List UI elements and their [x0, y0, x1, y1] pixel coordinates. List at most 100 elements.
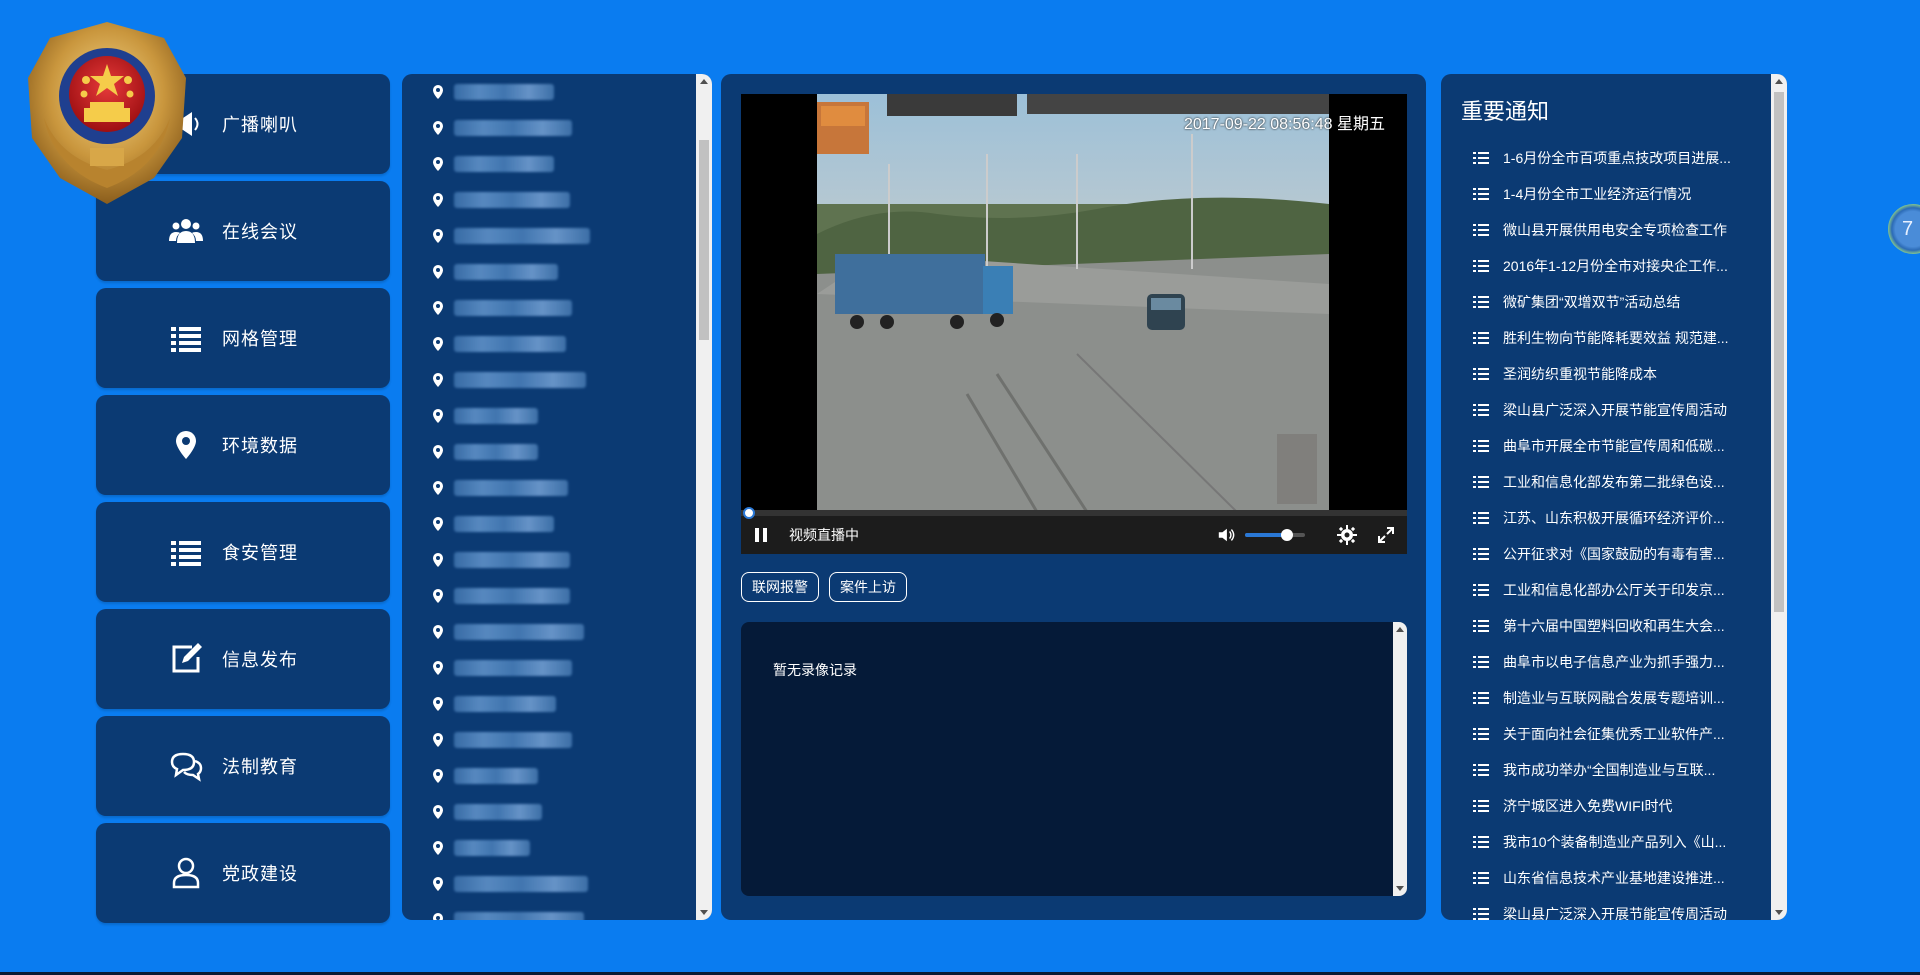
- notice-item[interactable]: 公开征求对《国家鼓励的有毒有害...: [1473, 536, 1763, 572]
- network-alarm-button[interactable]: 联网报警: [741, 572, 819, 602]
- case-petition-button[interactable]: 案件上访: [829, 572, 907, 602]
- camera-list-item[interactable]: [432, 658, 572, 678]
- menu-label: 在线会议: [222, 222, 298, 242]
- list-icon: [1473, 764, 1489, 776]
- camera-name-redacted: [454, 840, 530, 856]
- video-actions: 联网报警 案件上访: [741, 572, 907, 602]
- pause-button[interactable]: [751, 525, 771, 545]
- notice-item-text: 梁山县广泛深入开展节能宣传周活动: [1503, 402, 1727, 418]
- scroll-down-arrow[interactable]: [1396, 886, 1404, 891]
- volume-knob[interactable]: [1281, 529, 1293, 541]
- notice-item[interactable]: 梁山县广泛深入开展节能宣传周活动: [1473, 392, 1763, 428]
- fullscreen-icon: [1378, 527, 1394, 543]
- menu-item-legal-education[interactable]: 法制教育: [96, 716, 390, 816]
- camera-list-item[interactable]: [432, 226, 590, 246]
- menu-label: 网格管理: [222, 329, 298, 349]
- notice-item-text: 工业和信息化部办公厅关于印发京...: [1503, 582, 1725, 598]
- notice-item[interactable]: 制造业与互联网融合发展专题培训...: [1473, 680, 1763, 716]
- notice-item[interactable]: 1-4月份全市工业经济运行情况: [1473, 176, 1763, 212]
- menu-label: 信息发布: [222, 650, 298, 670]
- user-icon: [156, 855, 216, 891]
- notice-item[interactable]: 工业和信息化部发布第二批绿色设...: [1473, 464, 1763, 500]
- floating-widget-button[interactable]: 7: [1888, 204, 1920, 254]
- notice-item-text: 山东省信息技术产业基地建设推进...: [1503, 870, 1725, 886]
- map-pin-icon: [433, 553, 443, 567]
- scroll-up-arrow[interactable]: [1775, 79, 1783, 84]
- notice-item[interactable]: 第十六届中国塑料回收和再生大会...: [1473, 608, 1763, 644]
- camera-list-item[interactable]: [432, 514, 554, 534]
- camera-list-item[interactable]: [432, 118, 572, 138]
- camera-list-item[interactable]: [432, 586, 570, 606]
- camera-list-item[interactable]: [432, 838, 530, 858]
- camera-name-redacted: [454, 84, 554, 100]
- menu-label: 党政建设: [222, 864, 298, 884]
- menu-item-environment-data[interactable]: 环境数据: [96, 395, 390, 495]
- notice-item[interactable]: 工业和信息化部办公厅关于印发京...: [1473, 572, 1763, 608]
- camera-list-item[interactable]: [432, 82, 554, 102]
- volume-slider[interactable]: [1245, 529, 1305, 541]
- camera-list-item[interactable]: [432, 406, 538, 426]
- notice-item[interactable]: 1-6月份全市百项重点技改项目进展...: [1473, 140, 1763, 176]
- camera-name-redacted: [454, 264, 558, 280]
- progress-handle[interactable]: [743, 507, 755, 519]
- notice-item[interactable]: 圣润纺织重视节能降成本: [1473, 356, 1763, 392]
- camera-list-item[interactable]: [432, 442, 538, 462]
- notice-item[interactable]: 曲阜市以电子信息产业为抓手强力...: [1473, 644, 1763, 680]
- settings-button[interactable]: [1337, 525, 1357, 545]
- notice-scrollbar[interactable]: [1771, 74, 1787, 920]
- camera-list-item[interactable]: [432, 262, 558, 282]
- notice-item[interactable]: 2016年1-12月份全市对接央企工作...: [1473, 248, 1763, 284]
- scroll-up-arrow[interactable]: [1396, 627, 1404, 632]
- map-pin-icon: [433, 661, 443, 675]
- camera-list-item[interactable]: [432, 730, 572, 750]
- fullscreen-button[interactable]: [1377, 526, 1395, 544]
- camera-list-scrollbar[interactable]: [696, 74, 712, 920]
- camera-list-item[interactable]: [432, 910, 584, 920]
- camera-list-item[interactable]: [432, 298, 572, 318]
- camera-list-item[interactable]: [432, 766, 538, 786]
- camera-list-item[interactable]: [432, 694, 556, 714]
- camera-list-item[interactable]: [432, 334, 566, 354]
- empty-record-text: 暂无录像记录: [773, 662, 857, 678]
- video-progress-bar[interactable]: [741, 507, 1407, 519]
- scroll-down-arrow[interactable]: [1775, 910, 1783, 915]
- camera-list-item[interactable]: [432, 370, 586, 390]
- map-pin-icon: [433, 589, 443, 603]
- notice-item[interactable]: 梁山县广泛深入开展节能宣传周活动: [1473, 896, 1763, 920]
- notice-item[interactable]: 微山县开展供用电安全专项检查工作: [1473, 212, 1763, 248]
- scroll-up-arrow[interactable]: [700, 79, 708, 84]
- scroll-down-arrow[interactable]: [700, 910, 708, 915]
- menu-item-food-safety[interactable]: 食安管理: [96, 502, 390, 602]
- notice-item[interactable]: 我市成功举办“全国制造业与互联...: [1473, 752, 1763, 788]
- menu-item-info-publish[interactable]: 信息发布: [96, 609, 390, 709]
- notice-item[interactable]: 胜利生物向节能降耗要效益 规范建...: [1473, 320, 1763, 356]
- camera-name-redacted: [454, 768, 538, 784]
- notice-item[interactable]: 微矿集团“双增双节”活动总结: [1473, 284, 1763, 320]
- menu-item-party-building[interactable]: 党政建设: [96, 823, 390, 923]
- notice-item[interactable]: 山东省信息技术产业基地建设推进...: [1473, 860, 1763, 896]
- map-pin-icon: [433, 373, 443, 387]
- notice-item[interactable]: 我市10个装备制造业产品列入《山...: [1473, 824, 1763, 860]
- camera-list-item[interactable]: [432, 622, 584, 642]
- camera-list-item[interactable]: [432, 190, 570, 210]
- notice-item-text: 公开征求对《国家鼓励的有毒有害...: [1503, 546, 1725, 562]
- video-player[interactable]: 2017-09-22 08:56:48 星期五 视频直播中: [741, 94, 1407, 554]
- notice-item[interactable]: 江苏、山东积极开展循环经济评价...: [1473, 500, 1763, 536]
- map-pin-icon: [433, 697, 443, 711]
- volume-button[interactable]: [1217, 526, 1235, 544]
- camera-list-item[interactable]: [432, 874, 588, 894]
- notice-item-text: 制造业与互联网融合发展专题培训...: [1503, 690, 1725, 706]
- notice-item[interactable]: 关于面向社会征集优秀工业软件产...: [1473, 716, 1763, 752]
- camera-list-item[interactable]: [432, 802, 542, 822]
- notice-item[interactable]: 曲阜市开展全市节能宣传周和低碳...: [1473, 428, 1763, 464]
- camera-list-item[interactable]: [432, 550, 570, 570]
- recording-scrollbar[interactable]: [1393, 622, 1407, 896]
- camera-list-item[interactable]: [432, 154, 554, 174]
- menu-item-grid-management[interactable]: 网格管理: [96, 288, 390, 388]
- map-pin-icon: [433, 841, 443, 855]
- scroll-thumb[interactable]: [699, 140, 709, 340]
- camera-list-item[interactable]: [432, 478, 568, 498]
- list-icon: [1473, 404, 1489, 416]
- notice-item[interactable]: 济宁城区进入免费WIFI时代: [1473, 788, 1763, 824]
- scroll-thumb[interactable]: [1774, 92, 1784, 612]
